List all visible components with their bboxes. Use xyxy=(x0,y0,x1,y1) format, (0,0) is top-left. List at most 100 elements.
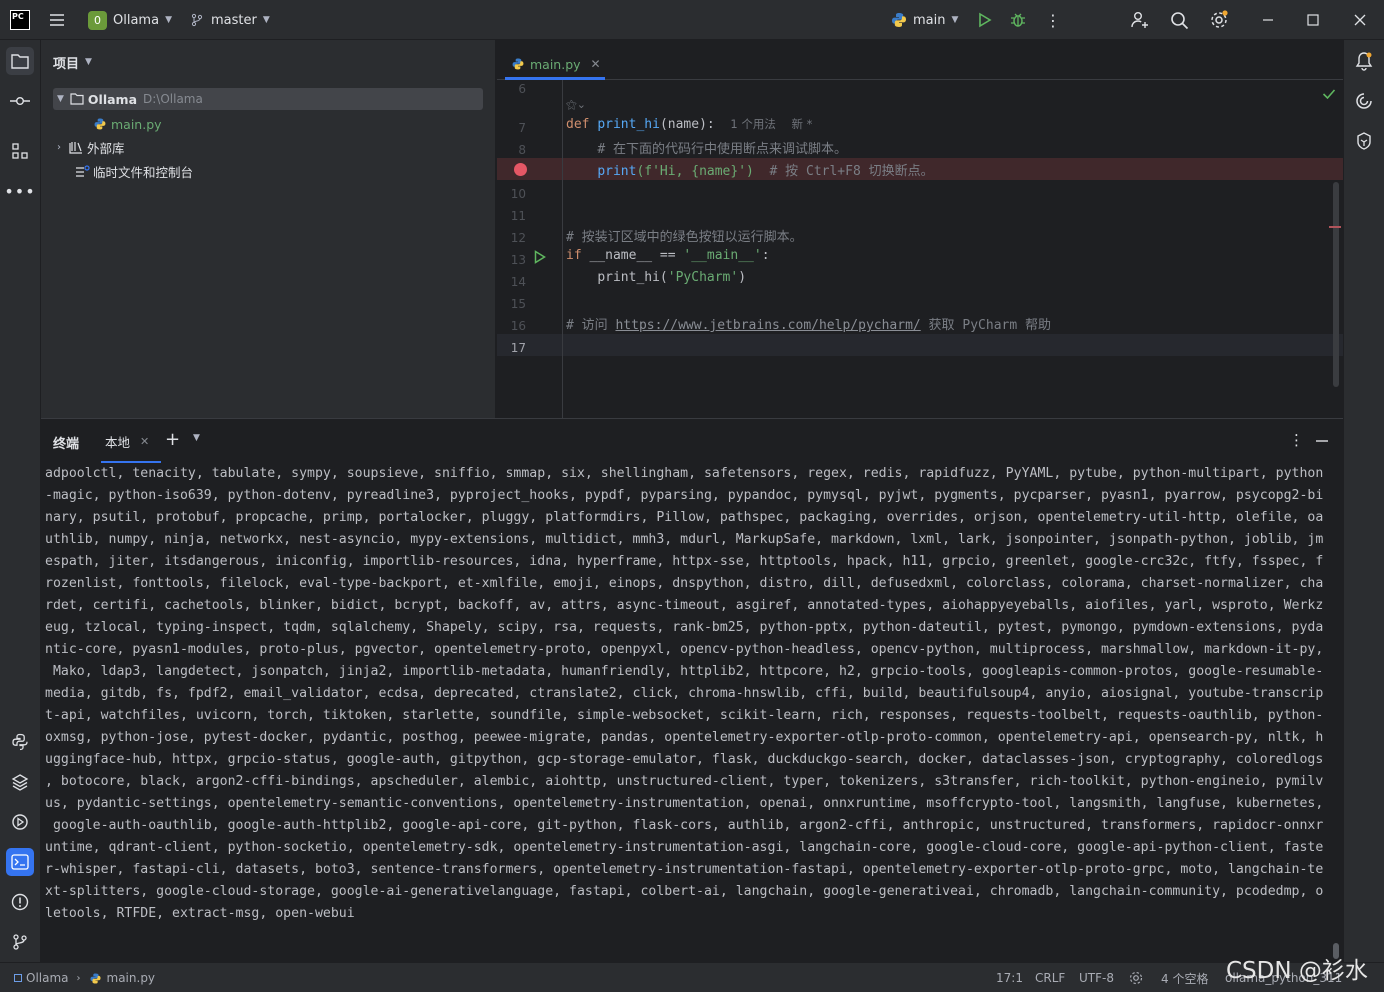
project-badge: 0 xyxy=(88,10,107,30)
code-string: 'PyCharm' xyxy=(667,270,739,285)
file-encoding[interactable]: UTF-8 xyxy=(1079,963,1114,992)
code-lens-icon[interactable]: ⚝⌄ xyxy=(566,98,586,112)
author-hint: 新 * xyxy=(791,117,813,131)
run-button[interactable] xyxy=(975,0,993,40)
bug-icon xyxy=(1011,13,1025,27)
python-icon xyxy=(892,13,906,27)
chevron-down-icon[interactable]: ▼ xyxy=(193,433,200,443)
hide-panel-icon[interactable] xyxy=(1315,439,1329,443)
terminal-line: nary, psutil, protobuf, propcache, primp… xyxy=(45,510,1324,525)
tree-item-project-root[interactable]: ▼ Ollama D:\Ollama xyxy=(53,88,483,110)
notifications-button[interactable] xyxy=(1350,47,1378,75)
tree-item-scratches[interactable]: 临时文件和控制台 xyxy=(75,160,193,182)
line-number-current: 17 xyxy=(510,341,526,355)
plugin-tool-button[interactable] xyxy=(1350,127,1378,155)
gutter-run-icon[interactable] xyxy=(534,250,546,264)
close-tab-icon[interactable]: ✕ xyxy=(140,435,149,448)
maximize-icon xyxy=(1307,14,1319,26)
project-tool-button[interactable] xyxy=(6,47,34,75)
terminal-line: Mako, ldap3, langdetect, jsonpatch, jinj… xyxy=(45,664,1324,679)
maximize-button[interactable] xyxy=(1307,0,1319,40)
structure-tool-button[interactable] xyxy=(6,137,34,165)
readonly-toggle[interactable] xyxy=(1128,963,1144,992)
code-line-14[interactable]: print_hi('PyCharm') xyxy=(566,270,746,285)
help-link[interactable]: https://www.jetbrains.com/help/pycharm/ xyxy=(615,318,920,333)
run-config-selector[interactable]: main ▼ xyxy=(890,0,958,40)
terminal-line: letools, RTFDE, extract-msg, open-webui xyxy=(45,906,355,921)
terminal-header: 终端 本地 ✕ + ▼ ⋮ xyxy=(41,419,1343,463)
code-with-me-button[interactable] xyxy=(1130,0,1150,40)
minimize-button[interactable] xyxy=(1262,0,1274,40)
breakpoint-icon[interactable] xyxy=(514,163,527,176)
code-line-13[interactable]: if __name__ == '__main__': xyxy=(566,248,770,263)
project-switcher[interactable]: 0 Ollama ▼ xyxy=(88,0,172,40)
code-token: print xyxy=(597,164,637,179)
code-line-16[interactable]: # 访问 https://www.jetbrains.com/help/pych… xyxy=(566,314,1051,333)
python-packages-button[interactable] xyxy=(6,728,34,756)
code-line-12[interactable]: # 按装订区域中的绿色按钮以运行脚本。 xyxy=(566,226,803,245)
line-number: 8 xyxy=(518,143,526,157)
code-token: print_hi xyxy=(597,117,660,132)
editor-tab-main-py[interactable]: main.py ✕ xyxy=(505,48,607,80)
branch-switcher[interactable]: master ▼ xyxy=(190,0,270,40)
terminal-tab-local[interactable]: 本地 ✕ xyxy=(93,425,161,463)
scrollbar-error-marker xyxy=(1329,226,1341,228)
chevron-right-icon: › xyxy=(57,141,61,153)
right-tool-strip xyxy=(1343,40,1384,962)
line-number: 10 xyxy=(510,187,526,201)
terminal-line: -magic, python-iso639, python-dotenv, py… xyxy=(45,488,1324,503)
search-everywhere-button[interactable] xyxy=(1170,0,1189,40)
close-tab-icon[interactable]: ✕ xyxy=(591,57,601,71)
terminal-line: oxmsg, python-jose, pytest-docker, pydan… xyxy=(45,730,1324,745)
terminal-tool-button[interactable] xyxy=(6,848,34,876)
close-icon xyxy=(1354,14,1366,26)
new-tab-icon[interactable]: + xyxy=(165,429,180,450)
no-problems-check-icon[interactable] xyxy=(1322,88,1336,100)
breadcrumb-file[interactable]: main.py xyxy=(107,971,156,985)
main-menu-button[interactable] xyxy=(48,0,66,40)
project-panel: 项目 ▼ ▼ Ollama D:\Ollama main.py › 外部库 临时… xyxy=(41,40,496,418)
more-tools-button[interactable]: ••• xyxy=(4,177,34,205)
warning-icon xyxy=(11,893,29,911)
folder-icon xyxy=(11,54,29,69)
line-separator[interactable]: CRLF xyxy=(1035,963,1065,992)
chevron-down-icon: ▼ xyxy=(165,15,172,25)
chevron-down-icon: ▼ xyxy=(57,94,64,104)
ai-assistant-button[interactable] xyxy=(1350,87,1378,115)
editor-scrollbar[interactable] xyxy=(1333,182,1339,387)
project-panel-title: 项目 xyxy=(53,56,80,72)
more-actions-button[interactable]: ⋮ xyxy=(1045,0,1061,40)
tree-item-external-libraries[interactable]: › 外部库 xyxy=(53,136,125,158)
run-icon xyxy=(979,12,992,28)
terminal-line: uggingface-hub, httpx, grpcio-status, go… xyxy=(45,752,1324,767)
line-number: 11 xyxy=(510,209,526,223)
debug-button[interactable] xyxy=(1009,0,1027,40)
caret-position[interactable]: 17:1 xyxy=(996,963,1023,992)
services-tool-button[interactable] xyxy=(6,808,34,836)
breadcrumb-project[interactable]: Ollama xyxy=(26,971,69,985)
indent-setting[interactable]: 4 个空格 xyxy=(1161,963,1208,992)
terminal-line: , botocore, black, argon2-cffi-bindings,… xyxy=(45,774,1324,789)
git-tool-button[interactable] xyxy=(6,928,34,956)
code-line-9[interactable]: print(f'Hi, {name}') # 按 Ctrl+F8 切换断点。 xyxy=(566,160,933,179)
editor-gutter[interactable]: 6 7 8 10 11 12 13 14 15 16 17 xyxy=(497,80,563,418)
tree-item-main-py[interactable]: main.py xyxy=(93,113,162,135)
code-line-8[interactable]: # 在下面的代码行中使用断点来调试脚本。 xyxy=(566,138,847,157)
project-view-selector[interactable]: 项目 ▼ xyxy=(53,52,92,72)
gear-icon xyxy=(1211,10,1228,28)
layers-tool-button[interactable] xyxy=(6,768,34,796)
close-window-button[interactable] xyxy=(1354,0,1366,40)
problems-tool-button[interactable] xyxy=(6,888,34,916)
usage-hint[interactable]: 1 个用法 xyxy=(730,117,775,131)
terminal-line: rdet, certifi, cachetools, blinker, bidi… xyxy=(45,598,1324,613)
more-vertical-icon: ⋮ xyxy=(1045,10,1061,30)
layers-icon xyxy=(11,774,29,791)
commit-tool-button[interactable] xyxy=(6,87,34,115)
more-vertical-icon[interactable]: ⋮ xyxy=(1289,431,1304,449)
code-line-7[interactable]: def print_hi(name): 1 个用法 新 * xyxy=(566,116,812,132)
terminal-line: google-auth-oauthlib, google-auth-httpli… xyxy=(45,818,1324,833)
terminal-output[interactable]: adpoolctl, tenacity, tabulate, sympy, so… xyxy=(45,463,1337,925)
folder-icon xyxy=(70,93,84,105)
settings-button[interactable] xyxy=(1209,0,1229,40)
git-branch-icon xyxy=(191,13,203,27)
